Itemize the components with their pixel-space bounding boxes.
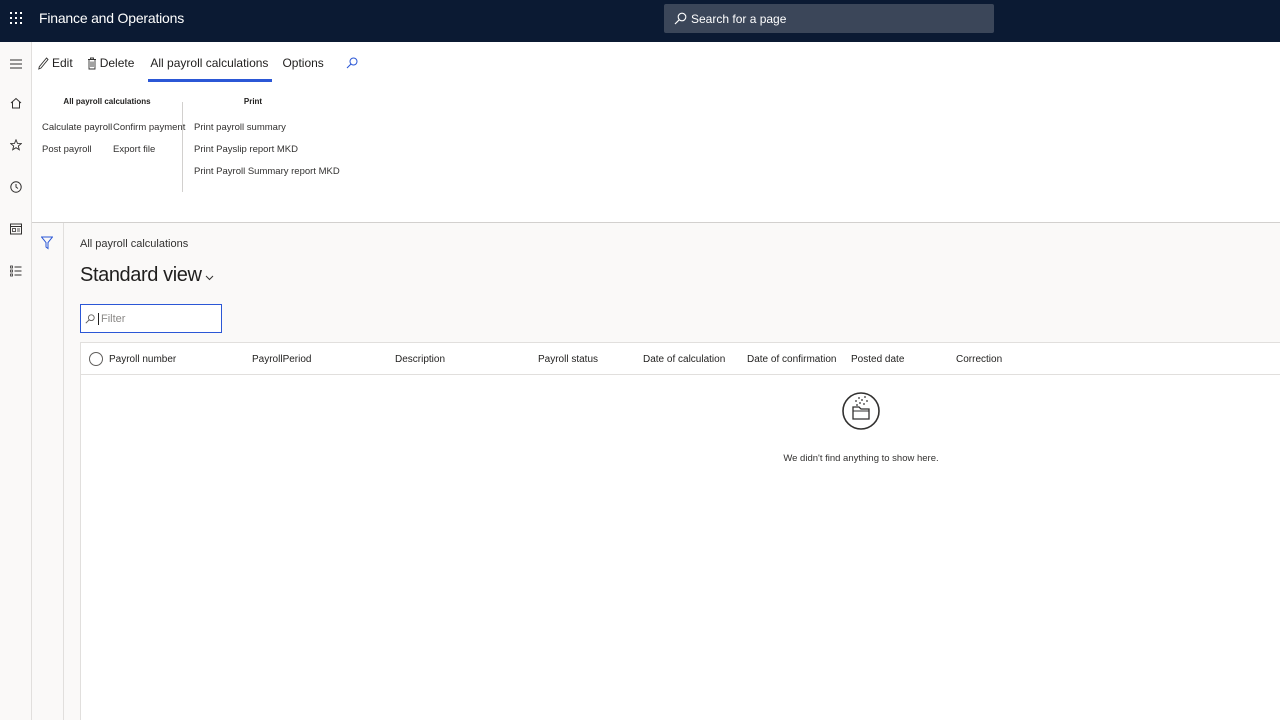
edit-label: Edit (52, 56, 73, 70)
top-bar: Finance and Operations Search for a page (0, 0, 1280, 42)
grid-header: Payroll number PayrollPeriod Description… (81, 342, 1280, 375)
print-payroll-summary-button[interactable]: Print payroll summary (194, 122, 286, 133)
print-payslip-report-button[interactable]: Print Payslip report MKD (194, 144, 298, 155)
workspace-icon[interactable] (8, 221, 24, 237)
action-search-button[interactable] (340, 42, 367, 84)
export-file-button[interactable]: Export file (113, 144, 155, 155)
filter-input-box[interactable] (80, 304, 222, 333)
search-icon (674, 12, 687, 25)
search-icon (85, 313, 95, 324)
view-selector[interactable]: Standard view (80, 264, 214, 287)
app-launcher-icon[interactable] (10, 12, 22, 24)
empty-state-icon (842, 381, 880, 446)
print-payroll-summary-report-button[interactable]: Print Payroll Summary report MKD (194, 166, 340, 177)
group-all-payroll-calculations: All payroll calculations (42, 97, 172, 106)
confirm-payment-button[interactable]: Confirm payment (113, 122, 185, 133)
trash-icon (87, 57, 96, 69)
left-navigation (0, 42, 32, 720)
payroll-grid: Payroll number PayrollPeriod Description… (80, 342, 1280, 720)
group-print: Print (194, 97, 312, 106)
search-box[interactable]: Search for a page (664, 4, 994, 33)
pencil-icon (38, 56, 49, 70)
chevron-down-icon (205, 275, 213, 280)
funnel-icon[interactable] (40, 236, 54, 255)
edit-button[interactable]: Edit (32, 42, 79, 84)
column-header-payroll-number[interactable]: Payroll number (109, 354, 176, 365)
list-icon[interactable] (8, 263, 24, 279)
search-placeholder[interactable]: Search for a page (691, 12, 786, 26)
select-all-checkbox[interactable] (89, 352, 103, 366)
clock-icon[interactable] (8, 179, 24, 195)
column-header-description[interactable]: Description (395, 354, 445, 365)
filter-input[interactable] (98, 312, 208, 325)
delete-label: Delete (99, 56, 135, 70)
hamburger-icon[interactable] (8, 56, 24, 72)
action-pane-tabs: Edit Delete All payroll calculations Opt… (32, 42, 367, 84)
view-name: Standard view (80, 264, 202, 286)
column-header-posted-date[interactable]: Posted date (851, 354, 904, 365)
empty-state-message: We didn't find anything to show here. (783, 453, 939, 464)
column-header-payroll-period[interactable]: PayrollPeriod (252, 354, 311, 365)
column-header-correction[interactable]: Correction (956, 354, 1002, 365)
post-payroll-button[interactable]: Post payroll (42, 144, 92, 155)
group-title: Print (243, 97, 263, 106)
group-divider (182, 102, 183, 192)
action-pane: Edit Delete All payroll calculations Opt… (32, 42, 1280, 223)
star-icon[interactable] (8, 137, 24, 153)
search-icon (346, 57, 358, 69)
group-title: All payroll calculations (63, 97, 151, 106)
tab-options[interactable]: Options (276, 42, 329, 84)
home-icon[interactable] (8, 95, 24, 111)
delete-button[interactable]: Delete (81, 42, 141, 84)
column-header-payroll-status[interactable]: Payroll status (538, 354, 598, 365)
tab-all-payroll-calculations[interactable]: All payroll calculations (144, 42, 274, 84)
column-header-date-of-confirmation[interactable]: Date of confirmation (747, 354, 837, 365)
page-caption: All payroll calculations (80, 238, 189, 250)
filter-pane-strip (32, 223, 64, 720)
app-title[interactable]: Finance and Operations (39, 10, 184, 26)
calculate-payroll-button[interactable]: Calculate payroll (42, 122, 112, 133)
column-header-date-of-calculation[interactable]: Date of calculation (643, 354, 725, 365)
